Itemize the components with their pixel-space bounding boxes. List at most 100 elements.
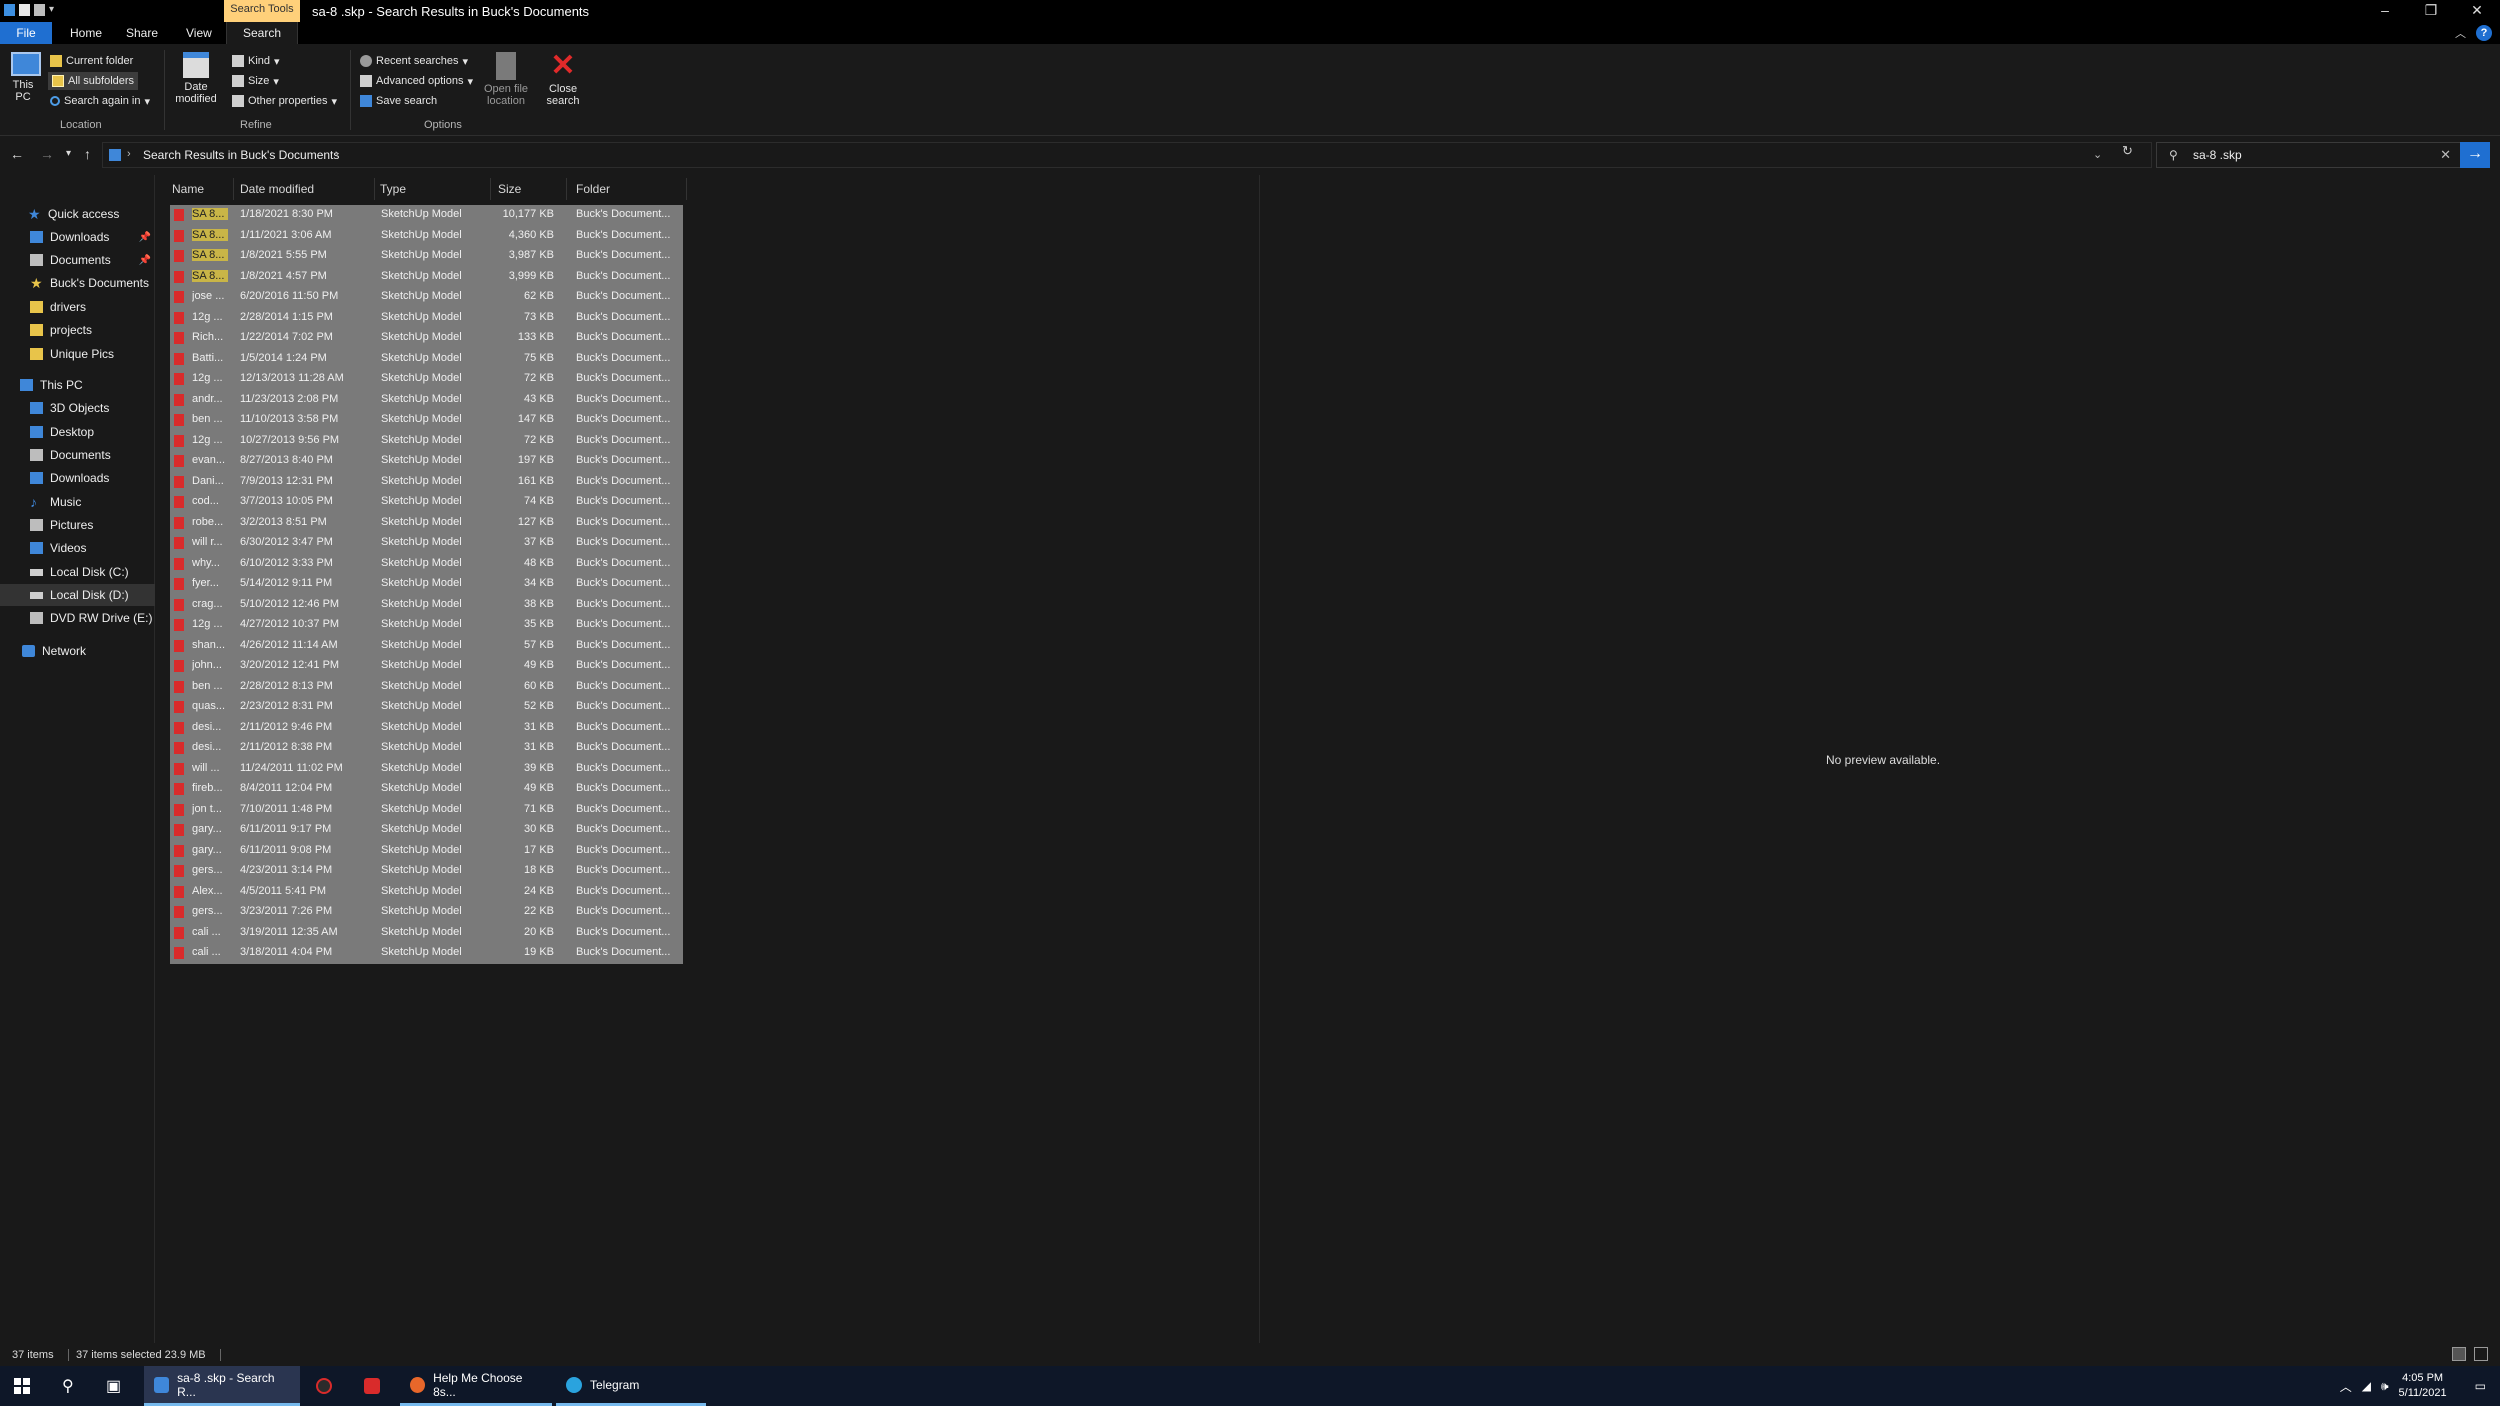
nav-item[interactable]: ♪ Music bbox=[0, 491, 155, 513]
task-view-icon[interactable]: ▣ bbox=[106, 1376, 121, 1396]
taskbar-app-firefox[interactable]: Help Me Choose 8s... bbox=[400, 1366, 552, 1406]
refresh-icon[interactable]: ↻ bbox=[2122, 143, 2133, 159]
nav-item[interactable]: Unique Pics bbox=[0, 343, 155, 365]
file-row[interactable]: Alex... 4/5/2011 5:41 PM SketchUp Model 24 … bbox=[170, 881, 683, 902]
file-row[interactable]: shan... 4/26/2012 11:14 AM SketchUp Model 5… bbox=[170, 635, 683, 656]
file-row[interactable]: jose ... 6/20/2016 11:50 PM SketchUp Model… bbox=[170, 287, 683, 308]
search-input-value[interactable]: sa-8 .skp bbox=[2193, 148, 2242, 162]
minimize-button[interactable]: – bbox=[2362, 0, 2408, 22]
file-row[interactable]: SA 8... 1/18/2021 8:30 PM SketchUp Model 10… bbox=[170, 205, 683, 226]
file-row[interactable]: SA 8... 1/11/2021 3:06 AM SketchUp Model 4,… bbox=[170, 225, 683, 246]
large-icons-view-button[interactable] bbox=[2474, 1347, 2488, 1361]
notifications-icon[interactable]: ▭ bbox=[2475, 1379, 2486, 1393]
file-row[interactable]: gers... 4/23/2011 3:14 PM SketchUp Model 18… bbox=[170, 861, 683, 882]
start-button[interactable] bbox=[14, 1378, 30, 1394]
close-search-button[interactable]: ✕ Close search bbox=[540, 51, 586, 108]
column-header-size[interactable]: Size bbox=[498, 182, 521, 196]
close-window-button[interactable]: ✕ bbox=[2454, 0, 2500, 22]
file-row[interactable]: john... 3/20/2012 12:41 PM SketchUp Model 4… bbox=[170, 656, 683, 677]
nav-item[interactable]: ★ Quick access bbox=[0, 203, 155, 225]
file-row[interactable]: andr... 11/23/2013 2:08 PM SketchUp Model 4… bbox=[170, 389, 683, 410]
file-row[interactable]: Rich... 1/22/2014 7:02 PM SketchUp Model 13… bbox=[170, 328, 683, 349]
open-file-location-button[interactable]: Open file location bbox=[478, 52, 534, 107]
up-button[interactable]: ↑ bbox=[84, 146, 91, 162]
nav-item[interactable]: Desktop bbox=[0, 421, 155, 443]
help-icon[interactable]: ? bbox=[2476, 25, 2492, 41]
back-button[interactable]: ← bbox=[10, 146, 24, 162]
column-divider[interactable] bbox=[686, 178, 687, 200]
file-row[interactable]: SA 8... 1/8/2021 5:55 PM SketchUp Model 3,9… bbox=[170, 246, 683, 267]
size-button[interactable]: Size ▾ bbox=[232, 72, 279, 90]
file-row[interactable]: robe... 3/2/2013 8:51 PM SketchUp Model 127… bbox=[170, 512, 683, 533]
nav-item[interactable]: Network bbox=[0, 640, 155, 662]
file-row[interactable]: ben ... 2/28/2012 8:13 PM SketchUp Model 60… bbox=[170, 676, 683, 697]
taskbar-search-icon[interactable]: ⚲ bbox=[62, 1376, 74, 1396]
nav-item[interactable]: Downloads bbox=[0, 467, 155, 489]
volume-icon[interactable]: 🕪 bbox=[2381, 1379, 2389, 1394]
breadcrumb[interactable]: Search Results in Buck's Documents bbox=[143, 148, 339, 162]
file-row[interactable]: why... 6/10/2012 3:33 PM SketchUp Model 48 … bbox=[170, 553, 683, 574]
customize-qat-icon[interactable]: ▾ bbox=[49, 4, 59, 16]
file-row[interactable]: cali ... 3/18/2011 4:04 PM SketchUp Model 1… bbox=[170, 943, 683, 964]
file-row[interactable]: fireb... 8/4/2011 12:04 PM SketchUp Model 4… bbox=[170, 779, 683, 800]
tab-file[interactable]: File bbox=[0, 22, 52, 44]
recent-locations-button[interactable]: ▾ bbox=[66, 148, 71, 159]
file-row[interactable]: 12g ... 10/27/2013 9:56 PM SketchUp Model 7… bbox=[170, 430, 683, 451]
nav-item[interactable]: drivers bbox=[0, 296, 155, 318]
file-row[interactable]: jon t... 7/10/2011 1:48 PM SketchUp Model 7… bbox=[170, 799, 683, 820]
search-go-button[interactable]: → bbox=[2460, 142, 2490, 168]
file-row[interactable]: crag... 5/10/2012 12:46 PM SketchUp Model 3… bbox=[170, 594, 683, 615]
nav-item[interactable]: ★ Buck's Documents bbox=[0, 272, 155, 294]
column-header-folder[interactable]: Folder bbox=[576, 182, 610, 196]
nav-item[interactable]: DVD RW Drive (E:) B bbox=[0, 607, 155, 629]
search-input[interactable]: ⚲ sa-8 .skp ✕ bbox=[2156, 142, 2462, 168]
column-divider[interactable] bbox=[374, 178, 375, 200]
tab-view[interactable]: View bbox=[174, 22, 224, 44]
taskbar-app-telegram[interactable]: Telegram bbox=[556, 1366, 706, 1406]
chevron-right-icon[interactable]: › bbox=[335, 148, 339, 160]
address-bar[interactable]: › Search Results in Buck's Documents › ⌄ bbox=[102, 142, 2152, 168]
file-row[interactable]: 12g ... 4/27/2012 10:37 PM SketchUp Model 3… bbox=[170, 615, 683, 636]
new-folder-icon[interactable] bbox=[34, 4, 45, 16]
file-row[interactable]: desi... 2/11/2012 9:46 PM SketchUp Model 31… bbox=[170, 717, 683, 738]
address-dropdown-icon[interactable]: ⌄ bbox=[2093, 148, 2102, 161]
tab-home[interactable]: Home bbox=[58, 22, 114, 44]
column-divider[interactable] bbox=[490, 178, 491, 200]
nav-item[interactable]: Videos bbox=[0, 537, 155, 559]
advanced-options-button[interactable]: Advanced options ▾ bbox=[360, 72, 473, 90]
clock[interactable]: 4:05 PM 5/11/2021 bbox=[2399, 1371, 2447, 1401]
nav-item[interactable]: Documents 📌 bbox=[0, 249, 155, 271]
nav-item[interactable]: projects bbox=[0, 319, 155, 341]
collapse-ribbon-icon[interactable]: ︿ bbox=[2455, 25, 2466, 41]
file-row[interactable]: desi... 2/11/2012 8:38 PM SketchUp Model 31… bbox=[170, 738, 683, 759]
nav-item[interactable]: This PC bbox=[0, 374, 155, 396]
column-header-type[interactable]: Type bbox=[380, 182, 406, 196]
show-hidden-icons[interactable]: ︿ bbox=[2340, 1378, 2352, 1395]
nav-item[interactable]: Documents bbox=[0, 444, 155, 466]
details-view-button[interactable] bbox=[2452, 1347, 2466, 1361]
file-row[interactable]: gers... 3/23/2011 7:26 PM SketchUp Model 22… bbox=[170, 902, 683, 923]
column-divider[interactable] bbox=[566, 178, 567, 200]
maximize-button[interactable]: ❐ bbox=[2408, 0, 2454, 22]
file-row[interactable]: Dani... 7/9/2013 12:31 PM SketchUp Model 16… bbox=[170, 471, 683, 492]
preview-pane-divider[interactable] bbox=[1259, 175, 1260, 1343]
file-row[interactable]: cod... 3/7/2013 10:05 PM SketchUp Model 74 … bbox=[170, 492, 683, 513]
file-row[interactable]: 12g ... 12/13/2013 11:28 AM SketchUp Model… bbox=[170, 369, 683, 390]
nav-item[interactable]: Pictures bbox=[0, 514, 155, 536]
current-folder-button[interactable]: Current folder bbox=[50, 52, 133, 70]
date-modified-button[interactable]: Date modified bbox=[168, 52, 224, 105]
file-row[interactable]: ben ... 11/10/2013 3:58 PM SketchUp Model 1… bbox=[170, 410, 683, 431]
column-header-date-modified[interactable]: Date modified bbox=[240, 182, 314, 196]
network-icon[interactable]: ◢ bbox=[2362, 1379, 2371, 1393]
all-subfolders-button[interactable]: All subfolders bbox=[48, 72, 139, 90]
nav-item[interactable]: 3D Objects bbox=[0, 397, 155, 419]
file-row[interactable]: evan... 8/27/2013 8:40 PM SketchUp Model 19… bbox=[170, 451, 683, 472]
search-again-in-button[interactable]: Search again in ▾ bbox=[50, 92, 150, 110]
nav-item[interactable]: Local Disk (C:) bbox=[0, 561, 155, 583]
kind-button[interactable]: Kind ▾ bbox=[232, 52, 280, 70]
forward-button[interactable]: → bbox=[40, 146, 54, 162]
this-pc-button[interactable]: This PC bbox=[8, 52, 44, 103]
recent-searches-button[interactable]: Recent searches ▾ bbox=[360, 52, 468, 70]
file-row[interactable]: gary... 6/11/2011 9:08 PM SketchUp Model 17… bbox=[170, 840, 683, 861]
taskbar-app-sketchup[interactable] bbox=[306, 1366, 346, 1406]
